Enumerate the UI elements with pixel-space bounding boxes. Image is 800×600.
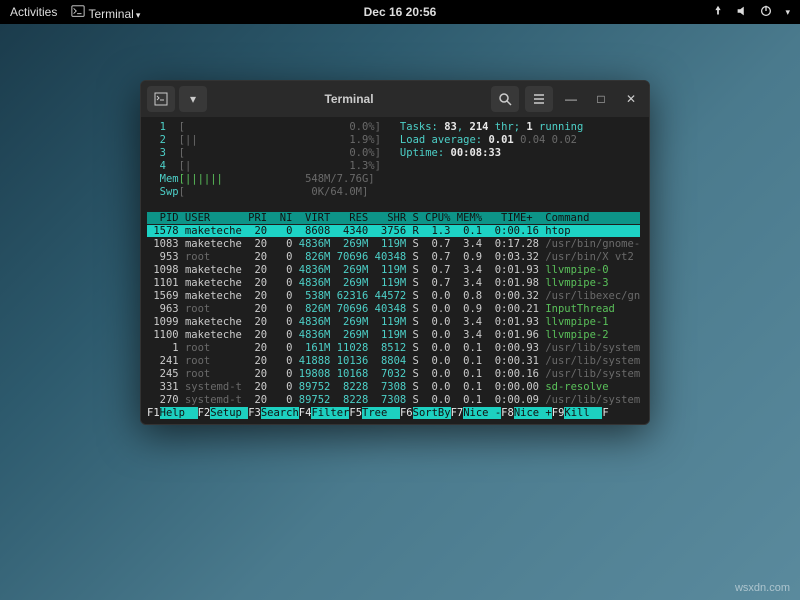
search-button[interactable] [491,86,519,112]
terminal-window: ▾ Terminal — □ ✕ 1 [ 0.0%] Tasks: 83, 21… [140,80,650,425]
system-menu-arrow[interactable]: ▾ [785,7,790,18]
terminal-icon [71,4,85,18]
volume-icon[interactable] [735,4,749,21]
power-icon[interactable] [759,4,773,21]
new-tab-button[interactable] [147,86,175,112]
tab-dropdown[interactable]: ▾ [179,86,207,112]
gnome-topbar: Activities Terminal▾ Dec 16 20:56 ▾ [0,0,800,24]
minimize-button[interactable]: — [559,87,583,111]
close-button[interactable]: ✕ [619,87,643,111]
terminal-content[interactable]: 1 [ 0.0%] Tasks: 83, 214 thr; 1 running … [141,117,649,424]
search-icon [498,92,512,106]
activities-button[interactable]: Activities [10,5,57,19]
terminal-icon [154,92,168,106]
hamburger-icon [532,92,546,106]
menu-button[interactable] [525,86,553,112]
maximize-button[interactable]: □ [589,87,613,111]
network-icon[interactable] [711,4,725,21]
window-title: Terminal [207,92,491,106]
watermark: wsxdn.com [735,582,790,594]
window-titlebar[interactable]: ▾ Terminal — □ ✕ [141,81,649,117]
clock[interactable]: Dec 16 20:56 [364,5,437,19]
app-menu[interactable]: Terminal▾ [71,4,140,21]
